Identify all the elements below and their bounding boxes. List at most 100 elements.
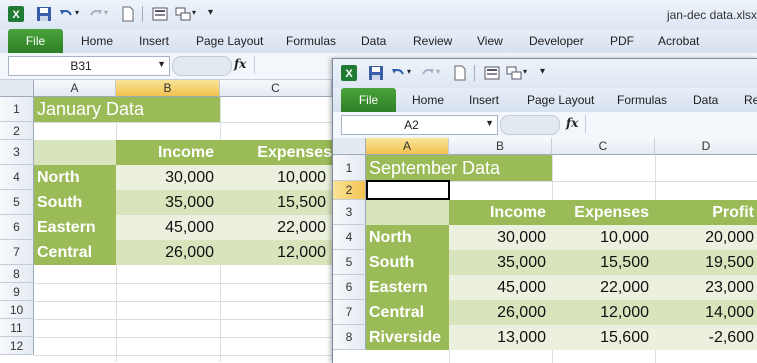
tab-page-layout[interactable]: Page Layout — [196, 34, 263, 48]
income-cell[interactable]: 45,000 — [449, 275, 552, 300]
tab-view[interactable]: View — [477, 34, 503, 48]
new-document-icon[interactable] — [452, 65, 468, 81]
arrange-windows-icon[interactable] — [506, 65, 522, 81]
income-cell[interactable]: 26,000 — [449, 300, 552, 325]
region-label-cell[interactable]: North — [366, 225, 449, 250]
row-header-8[interactable]: 8 — [0, 265, 34, 283]
income-cell[interactable]: 35,000 — [449, 250, 552, 275]
row-header-12[interactable]: 12 — [0, 337, 34, 355]
expenses-cell[interactable]: 22,000 — [220, 215, 332, 240]
excel-icon[interactable]: X — [341, 65, 357, 81]
region-label-cell[interactable]: Riverside — [366, 325, 449, 350]
row-header-1[interactable]: 1 — [0, 97, 34, 122]
region-label-cell[interactable]: Eastern — [366, 275, 449, 300]
tab-pdf[interactable]: PDF — [610, 34, 634, 48]
select-all-corner[interactable] — [333, 138, 366, 155]
income-cell[interactable]: 45,000 — [116, 215, 220, 240]
excel-icon[interactable]: X — [8, 6, 24, 22]
formula-bar-handle[interactable] — [500, 115, 560, 135]
header-blank-cell[interactable] — [366, 200, 449, 225]
region-label-cell[interactable]: Central — [34, 240, 116, 265]
redo-icon[interactable] — [420, 65, 436, 81]
expenses-cell[interactable]: 15,600 — [552, 325, 655, 350]
column-header-c[interactable]: C — [552, 138, 655, 155]
form-icon[interactable] — [484, 65, 500, 81]
profit-cell[interactable]: 14,000 — [655, 300, 757, 325]
expenses-cell[interactable]: 15,500 — [220, 190, 332, 215]
row-header-1[interactable]: 1 — [333, 155, 366, 181]
insert-function-icon[interactable]: fx — [566, 116, 578, 130]
tab-acrobat[interactable]: Acrobat — [658, 34, 699, 48]
header-profit-cell[interactable]: Profit — [655, 200, 757, 225]
insert-function-icon[interactable]: fx — [234, 57, 246, 71]
region-label-cell[interactable]: South — [366, 250, 449, 275]
expenses-cell[interactable]: 10,000 — [552, 225, 655, 250]
arrange-dropdown-icon[interactable]: ▾ — [192, 8, 196, 17]
tab-insert[interactable]: Insert — [469, 93, 499, 107]
undo-dropdown-icon[interactable]: ▾ — [407, 67, 411, 76]
header-income-cell[interactable]: Income — [449, 200, 552, 225]
form-icon[interactable] — [152, 6, 168, 22]
column-header-a[interactable]: A — [34, 80, 116, 97]
row-header-5[interactable]: 5 — [0, 190, 34, 215]
expenses-cell[interactable]: 15,500 — [552, 250, 655, 275]
header-income-cell[interactable]: Income — [116, 140, 220, 165]
sheet-title-cell[interactable]: January Data — [34, 97, 220, 122]
profit-cell[interactable]: 23,000 — [655, 275, 757, 300]
row-header-3[interactable]: 3 — [333, 200, 366, 225]
profit-cell[interactable]: 19,500 — [655, 250, 757, 275]
income-cell[interactable]: 30,000 — [449, 225, 552, 250]
tab-formulas[interactable]: Formulas — [286, 34, 336, 48]
row-header-10[interactable]: 10 — [0, 301, 34, 319]
chevron-down-icon[interactable]: ▼ — [485, 118, 494, 128]
row-header-8[interactable]: 8 — [333, 325, 366, 350]
name-box[interactable]: A2 ▼ — [341, 115, 498, 135]
name-box[interactable]: B31 ▼ — [8, 56, 170, 76]
region-label-cell[interactable]: North — [34, 165, 116, 190]
income-cell[interactable]: 35,000 — [116, 190, 220, 215]
tab-home[interactable]: Home — [81, 34, 113, 48]
region-label-cell[interactable]: South — [34, 190, 116, 215]
header-expenses-cell[interactable]: Expenses — [220, 140, 332, 165]
column-header-c[interactable]: C — [220, 80, 332, 97]
profit-cell[interactable]: 20,000 — [655, 225, 757, 250]
region-label-cell[interactable]: Eastern — [34, 215, 116, 240]
row-header-6[interactable]: 6 — [333, 275, 366, 300]
tab-page-layout[interactable]: Page Layout — [527, 93, 594, 107]
income-cell[interactable]: 13,000 — [449, 325, 552, 350]
row-header-11[interactable]: 11 — [0, 319, 34, 337]
tab-home[interactable]: Home — [412, 93, 444, 107]
header-blank-cell[interactable] — [34, 140, 116, 165]
undo-dropdown-icon[interactable]: ▾ — [75, 8, 79, 17]
tab-developer[interactable]: Developer — [529, 34, 584, 48]
file-tab[interactable]: File — [341, 88, 396, 112]
tab-data[interactable]: Data — [693, 93, 718, 107]
expenses-cell[interactable]: 22,000 — [552, 275, 655, 300]
column-header-d[interactable]: D — [655, 138, 757, 155]
row-header-7[interactable]: 7 — [333, 300, 366, 325]
customize-toolbar-icon[interactable]: ▾ — [540, 66, 545, 77]
row-header-9[interactable]: 9 — [0, 283, 34, 301]
chevron-down-icon[interactable]: ▼ — [157, 59, 166, 69]
row-header-2[interactable]: 2 — [333, 181, 366, 200]
new-document-icon[interactable] — [120, 6, 136, 22]
customize-toolbar-icon[interactable]: ▾ — [208, 7, 213, 18]
column-header-b[interactable]: B — [116, 80, 220, 97]
column-header-b[interactable]: B — [449, 138, 552, 155]
redo-dropdown-icon[interactable]: ▾ — [436, 67, 440, 76]
active-cell-a2[interactable] — [366, 180, 450, 200]
undo-icon[interactable] — [58, 6, 74, 22]
undo-icon[interactable] — [390, 65, 406, 81]
row-header-7[interactable]: 7 — [0, 240, 34, 265]
arrange-windows-icon[interactable] — [175, 6, 191, 22]
expenses-cell[interactable]: 12,000 — [552, 300, 655, 325]
row-header-4[interactable]: 4 — [333, 225, 366, 250]
row-header-4[interactable]: 4 — [0, 165, 34, 190]
row-header-3[interactable]: 3 — [0, 140, 34, 165]
row-header-2[interactable]: 2 — [0, 122, 34, 140]
save-icon[interactable] — [368, 65, 384, 81]
arrange-dropdown-icon[interactable]: ▾ — [523, 67, 527, 76]
select-all-corner[interactable] — [0, 80, 34, 97]
income-cell[interactable]: 26,000 — [116, 240, 220, 265]
income-cell[interactable]: 30,000 — [116, 165, 220, 190]
